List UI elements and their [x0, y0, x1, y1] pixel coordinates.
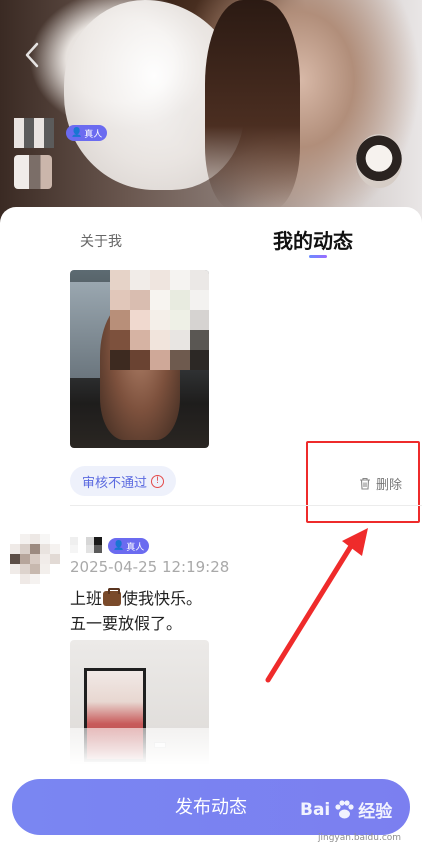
post-image[interactable] — [70, 270, 209, 448]
chevron-left-icon — [25, 42, 39, 68]
profile-cover-photo: 👤 真人 — [0, 0, 422, 230]
tab-active-indicator — [309, 255, 327, 258]
highlight-box — [306, 441, 420, 523]
post-author-name-mosaic — [70, 537, 104, 553]
warning-icon: ! — [151, 474, 165, 488]
tab-about-me[interactable]: 关于我 — [80, 231, 122, 251]
watermark-url: jingyan.baidu.com — [318, 833, 402, 843]
real-person-badge: 👤 真人 — [66, 125, 108, 141]
audit-status-badge[interactable]: 审核不通过 ! — [70, 466, 177, 496]
watermark-brand-tail: 经验 — [358, 802, 393, 822]
profile-avatar-mosaic — [14, 155, 52, 189]
user-icon: 👤 — [71, 128, 83, 138]
post-timestamp: 2025-04-25 12:19:28 — [70, 558, 230, 576]
post-divider — [70, 505, 422, 506]
post-author-avatar-mosaic[interactable] — [10, 534, 70, 584]
briefcase-icon — [103, 588, 122, 606]
back-button[interactable] — [22, 40, 48, 70]
paw-icon — [335, 799, 354, 818]
post-real-badge-label: 真人 — [126, 542, 145, 553]
cover-person — [205, 0, 300, 210]
baidu-watermark: Bai 经验 — [300, 797, 393, 823]
watermark-brand: Bai — [300, 799, 331, 820]
user-icon: 👤 — [113, 541, 125, 551]
post-real-person-badge: 👤 真人 — [108, 538, 150, 554]
tab-my-posts[interactable]: 我的动态 — [273, 225, 353, 254]
post-text: 上班 使我快乐。 五一要放假了。 — [70, 586, 202, 636]
post-text-line-1: 上班 使我快乐。 — [70, 586, 202, 611]
post-text-line-2: 五一要放假了。 — [70, 614, 183, 633]
post-text-suffix: 使我快乐。 — [122, 589, 203, 608]
profile-name-mosaic — [14, 118, 54, 148]
real-badge-label: 真人 — [84, 129, 103, 140]
cover-toy — [356, 134, 402, 188]
post-text-prefix: 上班 — [70, 589, 103, 608]
audit-status-label: 审核不通过 — [82, 475, 148, 491]
post-image-face-mosaic — [110, 270, 209, 370]
